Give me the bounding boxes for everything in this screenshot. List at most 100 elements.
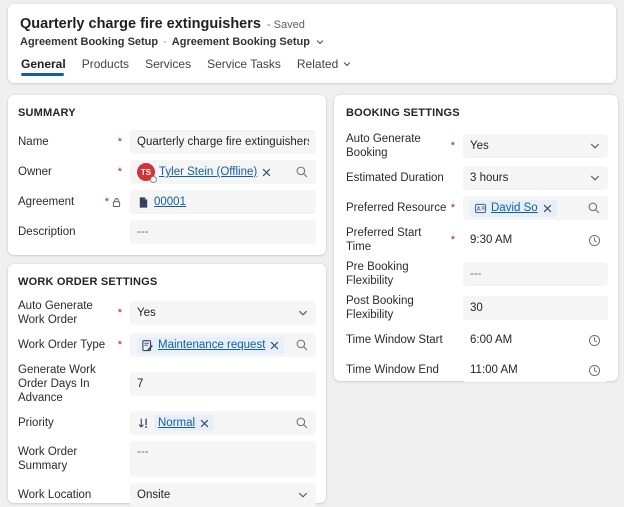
search-icon[interactable]	[295, 416, 309, 430]
breadcrumb-record-selector[interactable]: Agreement Booking Setup	[172, 36, 310, 48]
work-order-summary-field[interactable]	[130, 441, 316, 477]
chevron-down-icon[interactable]	[589, 172, 601, 184]
auto-generate-work-order-dropdown[interactable]: Yes	[130, 301, 316, 325]
field-row-work-order-type: Work Order Type * Maintenance request	[18, 333, 316, 357]
time-window-end-field[interactable]: 11:00 AM	[463, 358, 608, 382]
search-icon[interactable]	[587, 201, 601, 215]
agreement-label: Agreement	[18, 195, 103, 209]
name-input[interactable]	[137, 136, 309, 148]
required-asterisk: *	[451, 235, 455, 245]
field-row-agreement: Agreement * 00001	[18, 190, 316, 214]
required-asterisk: *	[451, 203, 455, 213]
preferred-resource-field[interactable]: David So	[463, 196, 608, 220]
save-status: - Saved	[267, 19, 305, 31]
time-window-start-field[interactable]: 6:00 AM	[463, 328, 608, 352]
generate-days-in-advance-label: Generate Work Order Days In Advance	[18, 363, 122, 405]
breadcrumb: Agreement Booking Setup · Agreement Book…	[20, 36, 604, 48]
description-field[interactable]	[130, 220, 316, 244]
resource-entity-icon	[474, 202, 487, 215]
pre-booking-flexibility-input[interactable]	[470, 268, 601, 280]
field-row-name: Name *	[18, 130, 316, 154]
work-order-type-entity-icon	[141, 339, 154, 352]
required-asterisk: *	[105, 197, 109, 207]
required-asterisk: *	[118, 137, 122, 147]
agreement-entity-icon	[137, 196, 150, 209]
description-input[interactable]	[137, 226, 309, 238]
agreement-field[interactable]: 00001	[130, 190, 316, 214]
field-row-priority: Priority Normal	[18, 411, 316, 435]
generate-days-in-advance-input[interactable]	[137, 378, 309, 390]
form-tabs: General Products Services Service Tasks …	[20, 57, 604, 79]
priority-label: Priority	[18, 416, 122, 430]
work-order-type-field[interactable]: Maintenance request	[130, 333, 316, 357]
generate-days-in-advance-field[interactable]	[130, 372, 316, 396]
owner-value-chip: Tyler Stein (Offline)	[159, 164, 272, 180]
booking-settings-section: BOOKING SETTINGS Auto Generate Booking *…	[334, 95, 618, 381]
field-row-preferred-resource: Preferred Resource * David So	[346, 196, 608, 220]
auto-generate-work-order-label: Auto Generate Work Order	[18, 299, 116, 327]
required-asterisk: *	[118, 340, 122, 350]
owner-field[interactable]: TS Tyler Stein (Offline)	[130, 160, 316, 184]
remove-work-order-type-icon[interactable]	[269, 340, 280, 351]
avatar: TS	[137, 163, 155, 181]
summary-section: SUMMARY Name * Owner * TS Tyler Stein (O…	[8, 95, 326, 255]
chevron-down-icon[interactable]	[589, 140, 601, 152]
chevron-down-icon	[342, 59, 352, 69]
post-booking-flexibility-field[interactable]	[463, 296, 608, 320]
remove-preferred-resource-icon[interactable]	[542, 203, 553, 214]
field-row-work-location: Work Location Onsite	[18, 483, 316, 507]
required-asterisk: *	[451, 141, 455, 151]
estimated-duration-value: 3 hours	[470, 172, 508, 184]
section-title-work-order-settings: WORK ORDER SETTINGS	[18, 274, 316, 288]
field-row-work-order-summary: Work Order Summary	[18, 441, 316, 477]
auto-generate-booking-dropdown[interactable]: Yes	[463, 134, 608, 158]
field-row-generate-days-in-advance: Generate Work Order Days In Advance	[18, 363, 316, 405]
tab-products[interactable]: Products	[82, 57, 129, 79]
field-row-auto-generate-booking: Auto Generate Booking * Yes	[346, 132, 608, 160]
field-row-time-window-end: Time Window End 11:00 AM	[346, 358, 608, 382]
field-row-description: Description	[18, 220, 316, 244]
pre-booking-flexibility-field[interactable]	[463, 262, 608, 286]
chevron-down-icon[interactable]	[315, 37, 325, 47]
presence-offline-icon	[150, 176, 157, 183]
work-location-value: Onsite	[137, 489, 170, 501]
priority-field[interactable]: Normal	[130, 411, 316, 435]
clock-icon[interactable]	[588, 234, 601, 247]
priority-entity-icon	[137, 417, 150, 430]
post-booking-flexibility-input[interactable]	[470, 302, 601, 314]
preferred-start-time-field[interactable]: 9:30 AM	[463, 228, 608, 252]
work-location-dropdown[interactable]: Onsite	[130, 483, 316, 507]
lock-icon	[111, 197, 122, 208]
tab-service-tasks[interactable]: Service Tasks	[207, 57, 281, 79]
preferred-resource-record-link[interactable]: David So	[491, 202, 538, 214]
auto-generate-booking-value: Yes	[470, 140, 489, 152]
tab-related[interactable]: Related	[297, 57, 352, 79]
chevron-down-icon[interactable]	[297, 307, 309, 319]
remove-owner-icon[interactable]	[261, 167, 272, 178]
clock-icon[interactable]	[588, 364, 601, 377]
preferred-start-time-label: Preferred Start Time	[346, 226, 449, 254]
priority-record-link[interactable]: Normal	[158, 417, 195, 429]
agreement-record-link[interactable]: 00001	[154, 196, 186, 208]
auto-generate-work-order-value: Yes	[137, 307, 156, 319]
estimated-duration-label: Estimated Duration	[346, 171, 455, 185]
clock-icon[interactable]	[588, 334, 601, 347]
time-window-start-value: 6:00 AM	[470, 334, 512, 346]
field-row-estimated-duration: Estimated Duration 3 hours	[346, 166, 608, 190]
chevron-down-icon[interactable]	[297, 489, 309, 501]
estimated-duration-dropdown[interactable]: 3 hours	[463, 166, 608, 190]
search-icon[interactable]	[295, 338, 309, 352]
work-order-type-record-link[interactable]: Maintenance request	[158, 339, 265, 351]
name-label: Name	[18, 135, 116, 149]
work-order-settings-section: WORK ORDER SETTINGS Auto Generate Work O…	[8, 264, 326, 503]
required-asterisk: *	[118, 308, 122, 318]
name-field[interactable]	[130, 130, 316, 154]
tab-services[interactable]: Services	[145, 57, 191, 79]
search-icon[interactable]	[295, 165, 309, 179]
remove-priority-icon[interactable]	[199, 418, 210, 429]
owner-record-link[interactable]: Tyler Stein (Offline)	[159, 166, 257, 178]
time-window-end-label: Time Window End	[346, 363, 455, 377]
tab-general[interactable]: General	[21, 57, 66, 79]
description-label: Description	[18, 225, 122, 239]
work-order-summary-input[interactable]	[137, 446, 309, 458]
